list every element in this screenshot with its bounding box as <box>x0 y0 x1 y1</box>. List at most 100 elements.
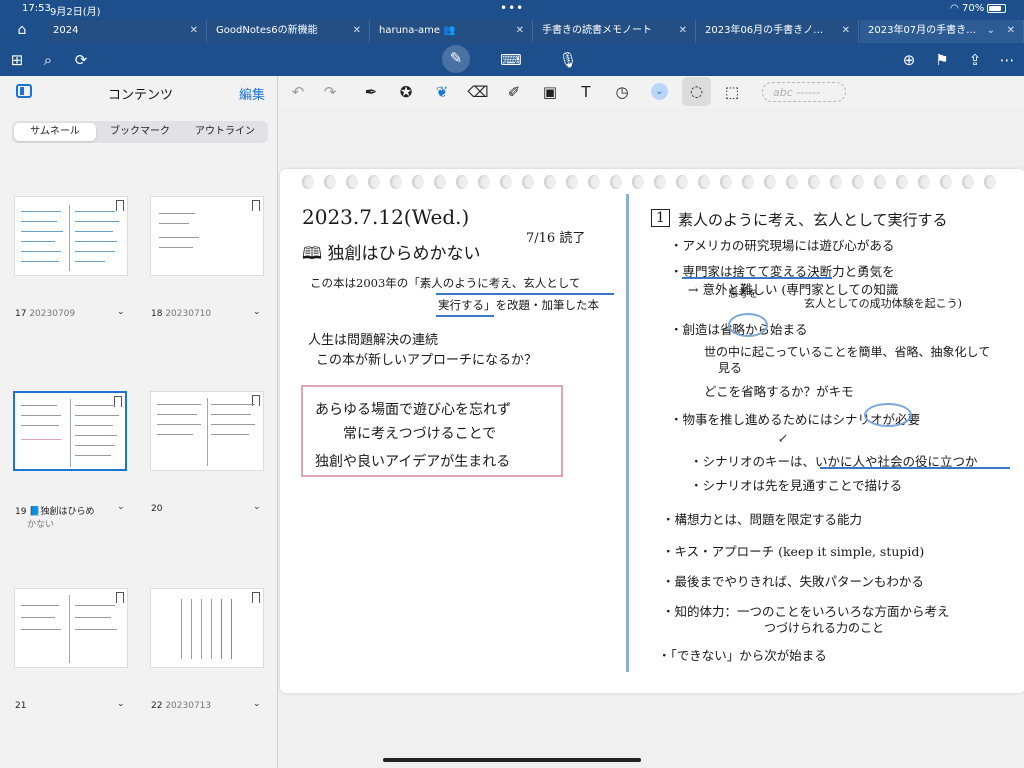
close-icon[interactable]: ✕ <box>190 20 198 42</box>
underline <box>436 315 494 317</box>
binder-hole <box>654 175 666 189</box>
page-label-18: 18 20230710 <box>151 309 241 319</box>
undo-icon[interactable]: ↶ <box>287 81 309 103</box>
page-label-19: 19 📘独創はひらめ かない <box>15 504 105 530</box>
chevron-down-icon[interactable]: ⌄ <box>253 699 261 709</box>
home-icon[interactable]: ⌂ <box>0 18 44 43</box>
more-icon[interactable]: ⋯ <box>994 47 1020 73</box>
bookmark-icon[interactable] <box>114 396 122 407</box>
page-thumbnail-19[interactable] <box>13 391 127 471</box>
contents-sidebar: コンテンツ 編集 サムネール ブックマーク アウトライン 17 20230709… <box>0 76 278 768</box>
binder-hole <box>940 175 952 189</box>
document-tabs: ⌂ 2024 ✕ GoodNotes6の新機能 ✕ haruna-ame 👥 ✕ 手書… <box>0 18 1024 43</box>
binder-hole <box>302 175 314 189</box>
close-icon[interactable]: ✕ <box>516 20 524 42</box>
page-number: 21 <box>15 701 27 711</box>
main-toolbar: ⊞ ⌕ ⟳ ✎ ⌨ 🎙 ⊕ ⚑ ⇪ ⋯ <box>0 43 1024 76</box>
binder-hole <box>478 175 490 189</box>
right-line-12: ・最後までやりきれば、失敗パターンもわかる <box>662 574 924 589</box>
clock-icon[interactable]: ◷ <box>611 81 633 103</box>
close-icon[interactable]: ✕ <box>842 20 850 42</box>
pen-toolbar: ↶ ↷ ✒ ✪ ❦ ⌫ ✐ ▣ T ◷ ⌄ ◌ ⬚ abc ------ <box>279 76 1024 108</box>
tab-haruna-ame[interactable]: haruna-ame 👥 ✕ <box>371 20 533 43</box>
note-page[interactable]: 2023.7.12(Wed.) 7/16 読了 🕮 独創はひらめかない この本は… <box>280 169 1024 693</box>
page-thumbnail-17[interactable] <box>14 196 128 276</box>
add-page-icon[interactable]: ⊕ <box>896 47 922 73</box>
binder-hole <box>764 175 776 189</box>
binder-hole <box>632 175 644 189</box>
tab-label: GoodNotes6の新機能 <box>216 25 318 36</box>
wifi-icon: ◠ <box>950 3 959 14</box>
tab-2023-06[interactable]: 2023年06月の手書きノ… ✕ <box>697 20 859 43</box>
binder-hole <box>390 175 402 189</box>
grid-view-icon[interactable]: ⊞ <box>4 47 30 73</box>
page-number: 22 <box>151 701 163 711</box>
binder-hole <box>918 175 930 189</box>
chevron-down-icon[interactable]: ⌄ <box>117 699 125 709</box>
chevron-down-icon[interactable]: ⌄ <box>117 307 125 317</box>
tab-2024[interactable]: 2024 ✕ <box>45 20 207 43</box>
bookmark-icon[interactable] <box>116 592 124 603</box>
text-box-icon[interactable]: T <box>575 81 597 103</box>
redo-icon[interactable]: ↷ <box>319 81 341 103</box>
marker-icon[interactable]: ✐ <box>503 81 525 103</box>
segment-outline[interactable]: アウトライン <box>184 123 266 141</box>
page-thumbnail-22[interactable] <box>150 588 264 668</box>
circle-mark <box>728 313 768 337</box>
page-thumbnail-21[interactable] <box>14 588 128 668</box>
column-divider <box>626 194 629 672</box>
bookmark-icon[interactable] <box>252 200 260 211</box>
binder-hole <box>412 175 424 189</box>
bookmark-icon[interactable] <box>116 200 124 211</box>
tab-reading-memo[interactable]: 手書きの読書メモノート ✕ <box>534 20 696 43</box>
keyboard-icon[interactable]: ⌨ <box>498 47 524 73</box>
close-icon[interactable]: ✕ <box>353 20 361 42</box>
close-icon[interactable]: ✕ <box>1007 20 1015 42</box>
tab-label: 2023年06月の手書きノ… <box>705 25 824 36</box>
tab-2023-07[interactable]: 2023年07月の手書き… ⌄ ✕ <box>860 20 1024 43</box>
note-line-4: この本が新しいアプローチになるか？ <box>316 353 538 368</box>
shape-icon[interactable]: ✪ <box>395 81 417 103</box>
highlighter-color-icon[interactable]: ❦ <box>431 81 453 103</box>
chevron-down-icon[interactable]: ⌄ <box>117 502 125 512</box>
pen-icon[interactable]: ✒ <box>360 81 382 103</box>
right-line-13b: つづけられる力のこと <box>764 621 885 635</box>
right-line-11: ・キス・アプローチ (keep it simple, stupid) <box>662 544 925 559</box>
binder-hole <box>808 175 820 189</box>
pen-mode-icon[interactable]: ✎ <box>442 45 470 73</box>
page-thumbnail-18[interactable] <box>150 196 264 276</box>
share-icon[interactable]: ⇪ <box>962 47 988 73</box>
page-thumbnail-20[interactable] <box>150 391 264 471</box>
microphone-icon[interactable]: 🎙 <box>555 47 581 73</box>
segment-thumbnails[interactable]: サムネール <box>14 123 96 141</box>
book-icon: 🕮 <box>302 244 323 264</box>
multitask-dots[interactable]: ••• <box>500 1 524 15</box>
note-line-3: 人生は問題解決の連続 <box>308 333 439 348</box>
handwriting-convert-pill[interactable]: abc ------ <box>762 82 846 102</box>
sidebar-toggle-icon[interactable] <box>16 84 32 98</box>
home-indicator[interactable] <box>383 758 641 762</box>
bookmark-icon[interactable]: ⚑ <box>929 47 955 73</box>
bookmark-icon[interactable] <box>252 592 260 603</box>
image-icon[interactable]: ▣ <box>539 81 561 103</box>
tab-goodnotes6[interactable]: GoodNotes6の新機能 ✕ <box>208 20 370 43</box>
close-icon[interactable]: ✕ <box>679 20 687 42</box>
binder-hole <box>874 175 886 189</box>
chevron-down-icon[interactable]: ⌄ <box>987 20 995 42</box>
lasso-icon[interactable]: ◌ <box>682 77 711 106</box>
selection-icon[interactable]: ⬚ <box>721 81 743 103</box>
segment-bookmarks[interactable]: ブックマーク <box>98 123 182 141</box>
chevron-down-icon[interactable]: ⌄ <box>253 307 261 317</box>
edit-button[interactable]: 編集 <box>239 84 265 103</box>
chevron-down-icon[interactable]: ⌄ <box>651 83 668 100</box>
binder-hole <box>522 175 534 189</box>
binder-hole <box>544 175 556 189</box>
search-icon[interactable]: ⌕ <box>35 47 61 73</box>
chevron-down-icon[interactable]: ⌄ <box>253 502 261 512</box>
note-line-2: 実行する」を改題・加筆した本 <box>438 297 599 313</box>
rotate-icon[interactable]: ⟳ <box>68 47 94 73</box>
eraser-icon[interactable]: ⌫ <box>467 81 489 103</box>
right-line-13: ・知的体力：一つのことをいろいろな方面から考え <box>662 604 950 619</box>
page-label-17: 17 20230709 <box>15 309 105 319</box>
right-line-6: どこを省略するか？がキモ <box>704 384 854 399</box>
